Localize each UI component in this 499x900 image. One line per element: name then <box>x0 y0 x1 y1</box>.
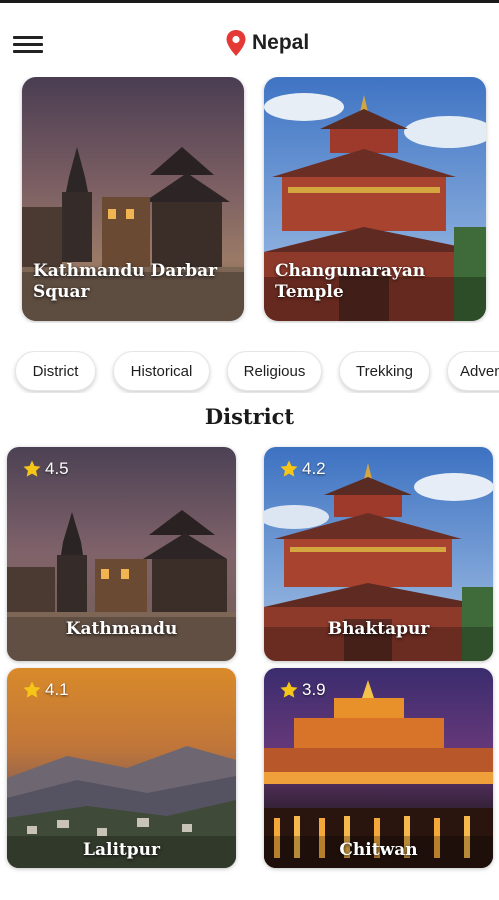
chip-adventure[interactable]: Adventure <box>447 351 499 391</box>
rating-value: 3.9 <box>302 680 326 699</box>
district-card-chitwan[interactable]: 3.9 Chitwan <box>264 668 493 868</box>
menu-bar-bottom <box>13 50 43 53</box>
location-selector[interactable]: Nepal <box>226 28 309 58</box>
district-name: Kathmandu <box>65 619 178 639</box>
hamburger-menu-icon[interactable] <box>13 36 43 54</box>
star-icon <box>23 681 41 698</box>
chip-historical[interactable]: Historical <box>113 351 210 391</box>
district-card-kathmandu[interactable]: 4.5 Kathmandu <box>7 447 236 661</box>
section-title: District <box>204 404 295 429</box>
menu-bar-top <box>13 36 43 39</box>
rating-badge: 3.9 <box>279 680 326 700</box>
rating-value: 4.1 <box>45 680 69 699</box>
location-name: Nepal <box>252 31 310 54</box>
chip-trekking[interactable]: Trekking <box>339 351 430 391</box>
district-card-lalitpur[interactable]: 4.1 Lalitpur <box>7 668 236 868</box>
star-icon <box>23 460 41 477</box>
star-icon <box>280 460 298 477</box>
menu-bar-middle <box>13 43 43 46</box>
chip-district[interactable]: District <box>15 351 96 391</box>
district-name: Chitwan <box>339 840 418 860</box>
rating-value: 4.2 <box>302 459 326 478</box>
chip-religious[interactable]: Religious <box>227 351 322 391</box>
rating-value: 4.5 <box>45 459 69 478</box>
app-header: Nepal <box>0 20 499 66</box>
rating-badge: 4.5 <box>22 459 69 479</box>
rating-badge: 4.1 <box>22 680 69 700</box>
rating-badge: 4.2 <box>279 459 326 479</box>
location-pin-icon <box>226 30 246 56</box>
featured-card-changunarayan[interactable]: Changunarayan Temple <box>264 77 486 321</box>
featured-card-kathmandu-durbar[interactable]: Kathmandu Darbar Squar <box>22 77 244 321</box>
star-icon <box>280 681 298 698</box>
featured-card-title: Kathmandu Darbar Squar <box>33 261 218 302</box>
featured-carousel[interactable]: Kathmandu Darbar Squar Changunarayan Tem… <box>0 77 499 323</box>
district-card-bhaktapur[interactable]: 4.2 Bhaktapur <box>264 447 493 661</box>
featured-card-title: Changunarayan Temple <box>275 261 426 302</box>
district-name: Bhaktapur <box>327 619 430 639</box>
district-name: Lalitpur <box>83 840 160 860</box>
category-filter-bar[interactable]: District Historical Religious Trekking A… <box>0 351 499 393</box>
status-bar-line <box>0 0 499 3</box>
